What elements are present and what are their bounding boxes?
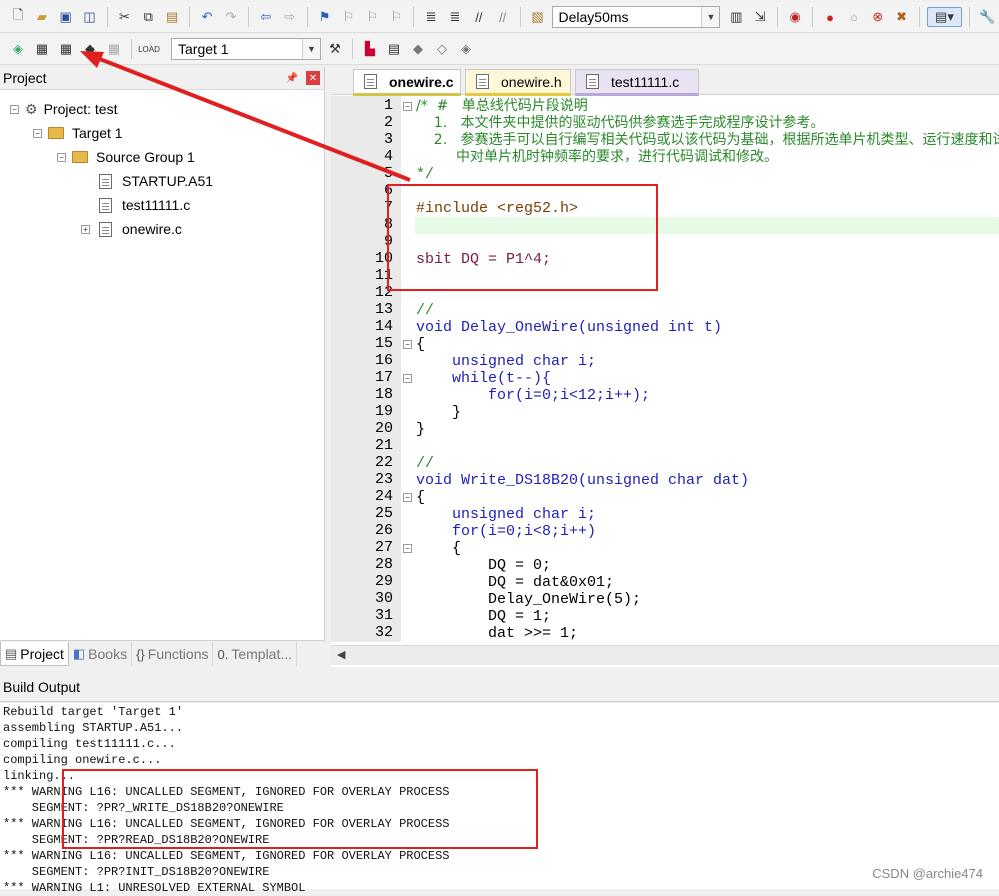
annotation-arrow [80,51,411,182]
watermark: CSDN @archie474 [872,866,983,881]
